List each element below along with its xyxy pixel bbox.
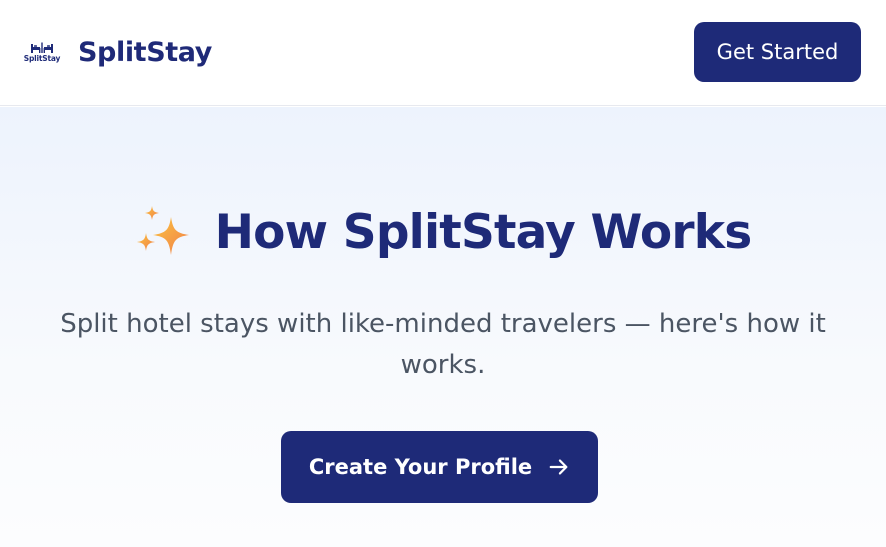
- brand-name: SplitStay: [78, 36, 212, 68]
- logo-text: SplitStay: [23, 53, 61, 63]
- bed-icon: [31, 42, 53, 53]
- arrow-right-icon: [549, 459, 568, 475]
- create-profile-button[interactable]: Create Your Profile: [281, 431, 598, 503]
- site-header: SplitStay SplitStay Get Started: [0, 0, 886, 106]
- create-profile-label: Create Your Profile: [308, 455, 533, 479]
- page: SplitStay SplitStay Get Started How Spli…: [0, 0, 886, 547]
- hero-subtitle: Split hotel stays with like-minded trave…: [60, 309, 826, 380]
- brand-link[interactable]: SplitStay SplitStay: [24, 34, 213, 70]
- hero-section: How SplitStay Works Split hotel stays wi…: [0, 107, 886, 547]
- splitstay-logo: SplitStay: [24, 34, 60, 70]
- sparkles-icon: [136, 206, 189, 255]
- get-started-button[interactable]: Get Started: [694, 22, 861, 82]
- page-title-text: How SplitStay Works: [214, 204, 753, 260]
- page-title: How SplitStay Works: [0, 203, 886, 261]
